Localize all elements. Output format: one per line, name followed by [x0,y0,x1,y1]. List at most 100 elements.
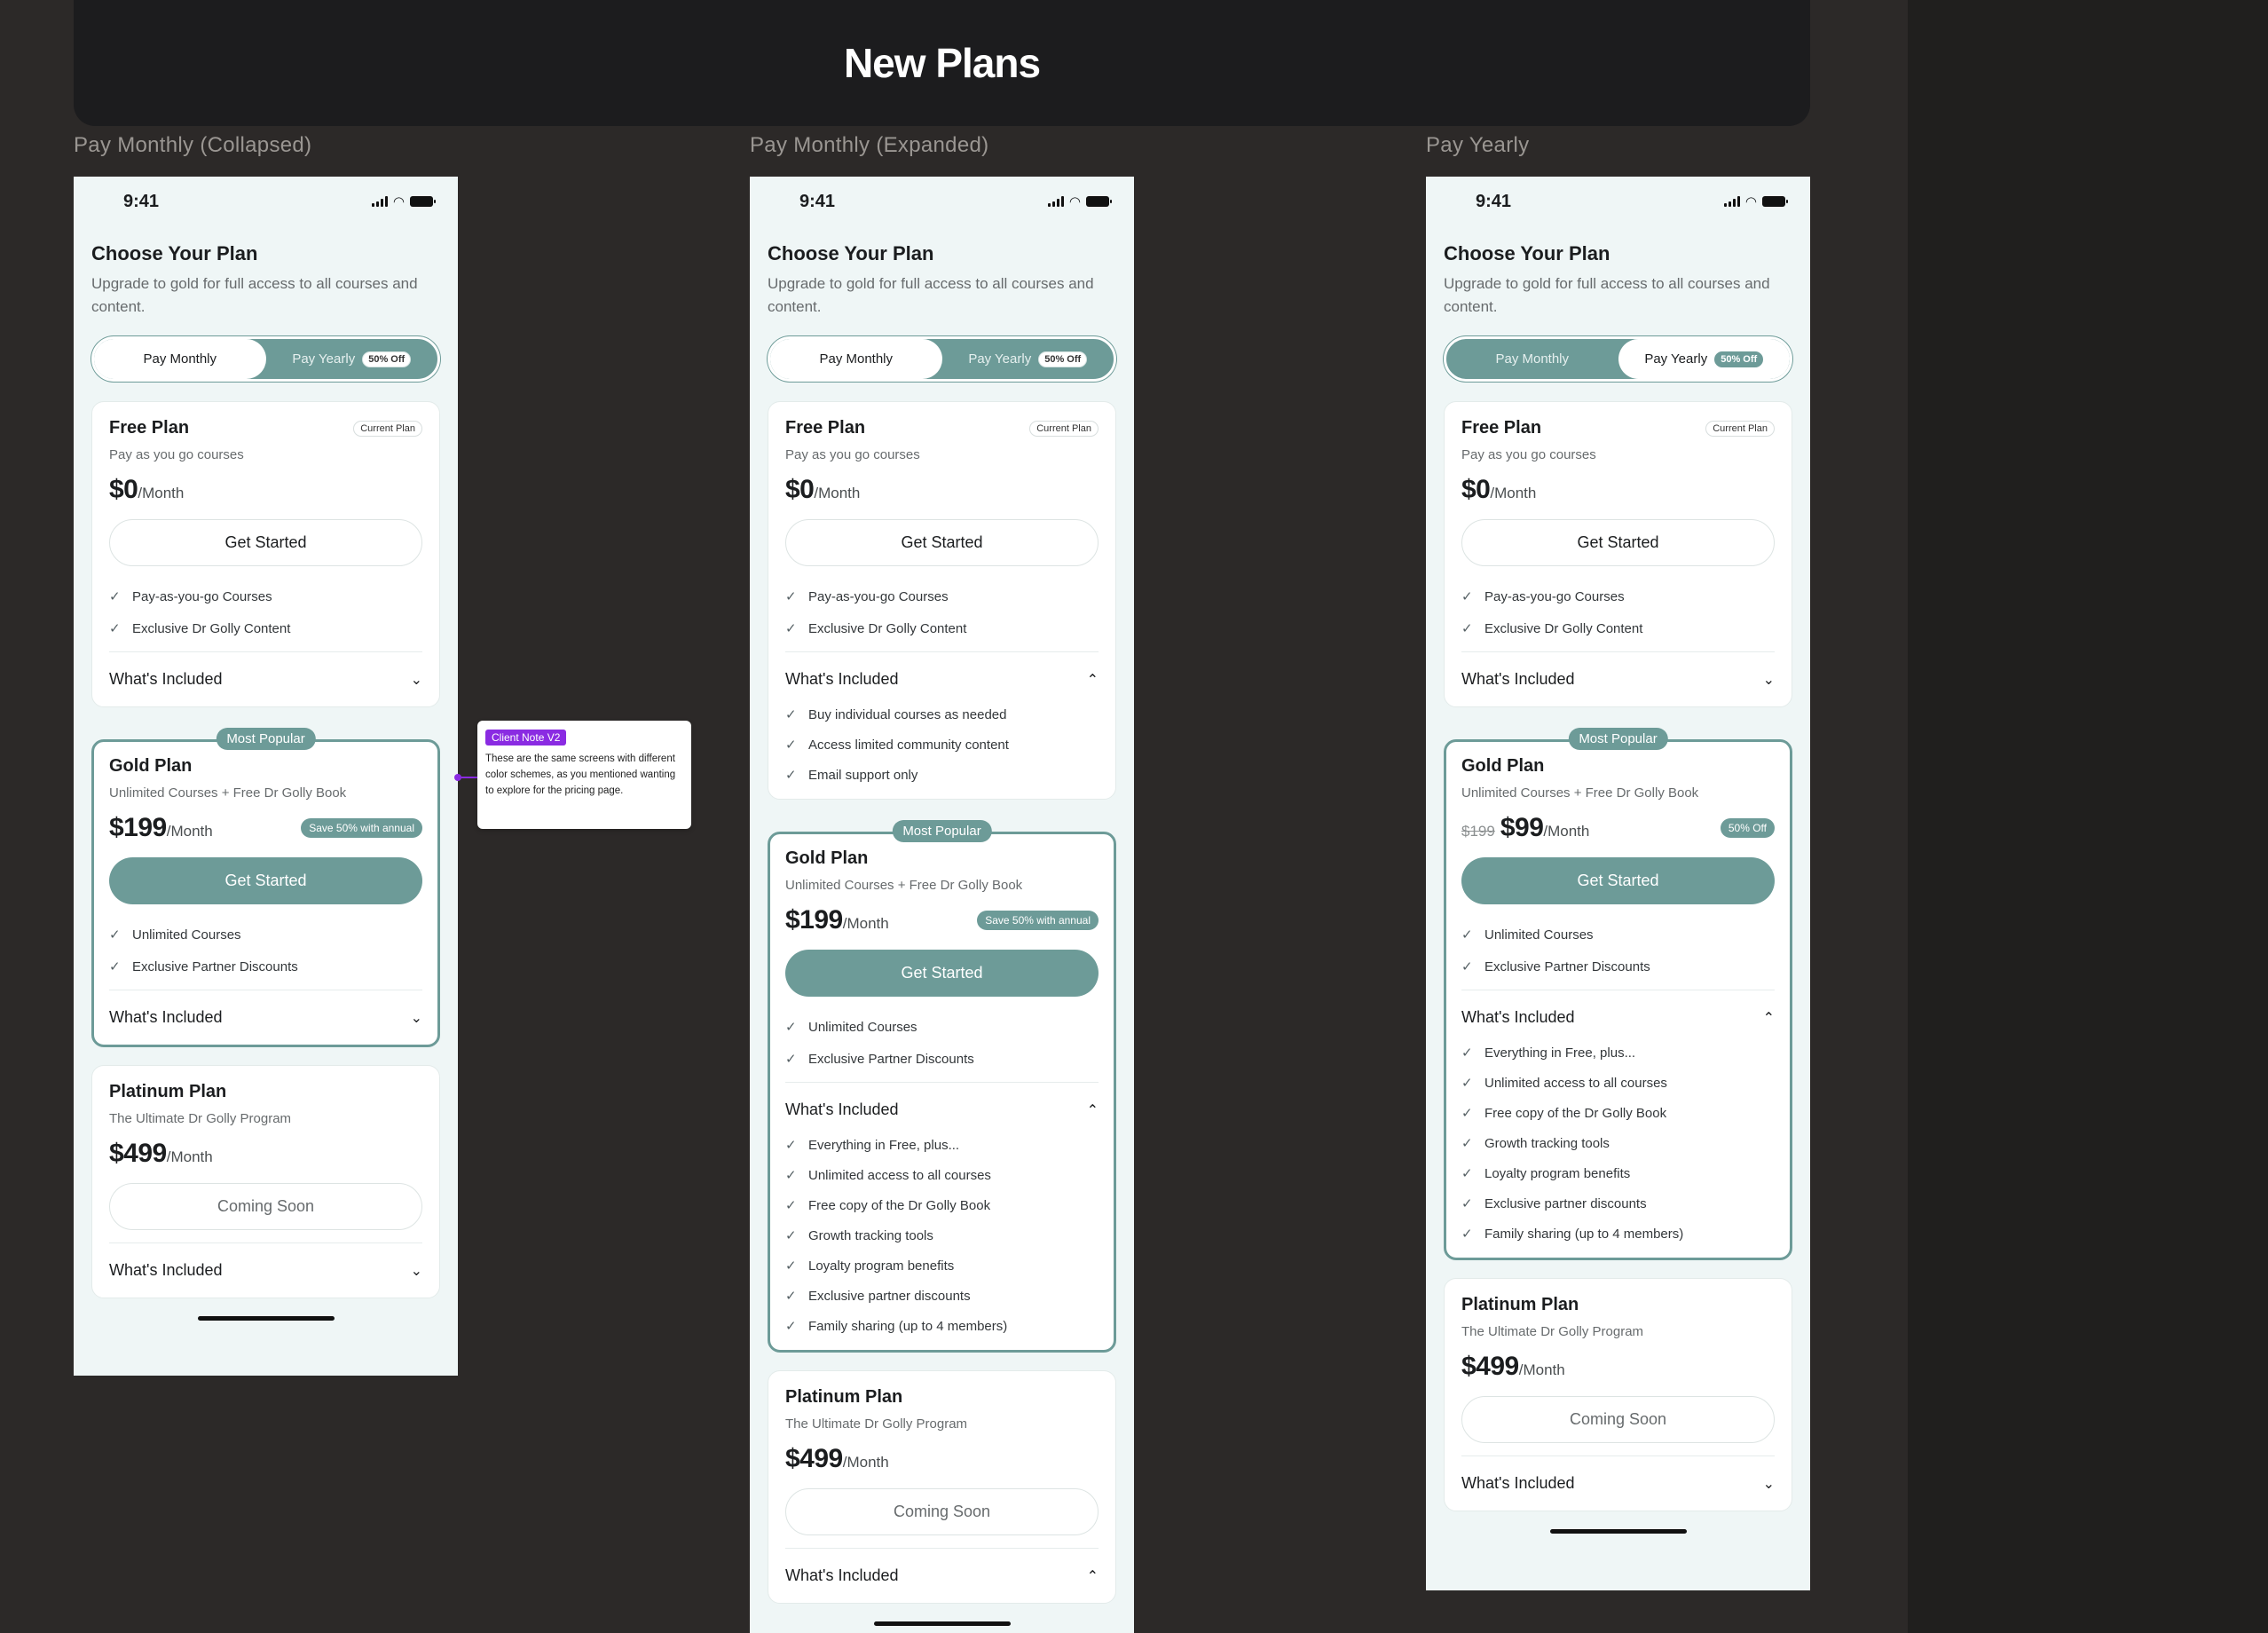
included-item: ✓ Loyalty program benefits [1461,1158,1775,1188]
plan-description: Pay as you go courses [109,447,244,462]
plan-price: $99 [1500,813,1544,842]
whats-included-label: What's Included [109,670,223,688]
check-icon: ✓ [785,621,797,636]
get-started-button[interactable]: Get Started [1461,519,1775,566]
feature-text: Pay-as-you-go Courses [1484,588,1625,604]
plan-price: $499 [109,1139,167,1168]
tab-pay-yearly[interactable]: Pay Yearly 50% Off [266,339,438,379]
platinum-plan-card: Platinum Plan The Ultimate Dr Golly Prog… [768,1370,1116,1604]
page-subtitle: Upgrade to gold for full access to all c… [768,275,1094,315]
price-period: /Month [1490,485,1537,501]
billing-toggle: Pay Monthly Pay Yearly 50% Off [768,336,1116,382]
client-note[interactable]: Client Note V2 These are the same screen… [477,721,691,829]
platinum-plan-card: Platinum Plan The Ultimate Dr Golly Prog… [91,1065,440,1298]
get-started-button[interactable]: Get Started [785,950,1099,997]
chevron-down-icon: ⌄ [1762,1476,1775,1492]
check-icon: ✓ [1461,1196,1473,1211]
coming-soon-button[interactable]: Coming Soon [1461,1396,1775,1443]
check-icon: ✓ [1461,1106,1473,1121]
whats-included-toggle[interactable]: What's Included ⌄ [1461,651,1775,706]
whats-included-label: What's Included [1461,1474,1575,1492]
price-period: /Month [166,823,213,840]
current-plan-badge: Current Plan [1705,420,1775,437]
wifi-icon: ◠ [1744,193,1757,209]
whats-included-toggle[interactable]: What's Included ⌃ [785,1082,1099,1137]
most-popular-badge: Most Popular [216,728,316,750]
included-item: ✓ Exclusive partner discounts [785,1281,1099,1311]
coming-soon-button[interactable]: Coming Soon [785,1488,1099,1535]
tab-pay-yearly[interactable]: Pay Yearly 50% Off [1618,339,1790,379]
plan-description: Pay as you go courses [785,447,920,462]
plan-name: Gold Plan [785,848,869,868]
included-item: ✓ Everything in Free, plus... [785,1130,1099,1160]
whats-included-toggle[interactable]: What's Included ⌄ [109,1242,422,1298]
home-indicator [1549,1529,1687,1534]
feature-item: ✓ Exclusive Partner Discounts [1461,951,1775,982]
included-text: Growth tracking tools [808,1227,933,1243]
feature-item: ✓ Pay-as-you-go Courses [1461,580,1775,612]
check-icon: ✓ [109,927,121,943]
page-subtitle: Upgrade to gold for full access to all c… [1444,275,1770,315]
save-badge: Save 50% with annual [977,911,1099,930]
included-text: Family sharing (up to 4 members) [1484,1226,1684,1242]
tab-pay-yearly-label: Pay Yearly [1644,351,1708,367]
included-item: ✓ Everything in Free, plus... [1461,1037,1775,1068]
plan-description: The Ultimate Dr Golly Program [1461,1324,1644,1339]
gold-plan-card: Most Popular Gold Plan Unlimited Courses… [768,820,1116,1353]
tab-pay-monthly[interactable]: Pay Monthly [94,339,266,379]
get-started-button[interactable]: Get Started [785,519,1099,566]
whats-included-toggle[interactable]: What's Included ⌃ [785,1548,1099,1603]
check-icon: ✓ [1461,1045,1473,1061]
plan-name: Free Plan [785,418,866,438]
tab-pay-yearly[interactable]: Pay Yearly 50% Off [942,339,1114,379]
check-icon: ✓ [1461,1136,1473,1151]
home-indicator [197,1316,335,1321]
included-text: Everything in Free, plus... [808,1137,960,1153]
plan-description: Pay as you go courses [1461,447,1596,462]
client-note-tag: Client Note V2 [485,730,567,746]
tab-pay-monthly[interactable]: Pay Monthly [1446,339,1618,379]
whats-included-label: What's Included [109,1008,223,1026]
feature-text: Exclusive Partner Discounts [808,1051,974,1067]
original-price: $199 [1461,823,1495,840]
check-icon: ✓ [1461,1166,1473,1181]
page-title: Choose Your Plan [91,242,258,264]
check-icon: ✓ [785,1198,797,1213]
get-started-button[interactable]: Get Started [1461,857,1775,904]
plan-name: Gold Plan [1461,756,1545,776]
tab-pay-yearly-label: Pay Yearly [292,351,356,367]
included-list: ✓ Everything in Free, plus... ✓ Unlimited … [1461,1037,1775,1258]
whats-included-toggle[interactable]: What's Included ⌃ [1461,990,1775,1045]
included-item: ✓ Family sharing (up to 4 members) [785,1311,1099,1341]
price-period: /Month [166,1148,213,1165]
page-banner: New Plans [74,0,1810,126]
get-started-button[interactable]: Get Started [109,519,422,566]
check-icon: ✓ [1461,1227,1473,1242]
feature-item: ✓ Unlimited Courses [785,1011,1099,1043]
whats-included-toggle[interactable]: What's Included ⌄ [109,651,422,706]
coming-soon-button[interactable]: Coming Soon [109,1183,422,1230]
save-badge: Save 50% with annual [301,818,422,838]
included-text: Unlimited access to all courses [808,1167,991,1183]
chevron-up-icon: ⌃ [1762,1010,1775,1026]
home-indicator [873,1621,1011,1626]
feature-item: ✓ Exclusive Dr Golly Content [1461,612,1775,644]
whats-included-toggle[interactable]: What's Included ⌄ [109,990,422,1045]
included-text: Free copy of the Dr Golly Book [1484,1105,1667,1121]
billing-toggle: Pay Monthly Pay Yearly 50% Off [1444,336,1792,382]
price-period: /Month [1543,823,1590,840]
whats-included-toggle[interactable]: What's Included ⌃ [785,651,1099,706]
included-text: Exclusive partner discounts [808,1288,971,1304]
whats-included-toggle[interactable]: What's Included ⌄ [1461,1456,1775,1511]
get-started-button[interactable]: Get Started [109,857,422,904]
plan-price: $499 [1461,1352,1519,1381]
included-text: Unlimited access to all courses [1484,1075,1667,1091]
check-icon: ✓ [785,1168,797,1183]
most-popular-badge: Most Popular [1568,728,1668,750]
included-item: ✓ Growth tracking tools [1461,1128,1775,1158]
check-icon: ✓ [785,1228,797,1243]
tab-pay-monthly[interactable]: Pay Monthly [770,339,942,379]
feature-text: Exclusive Dr Golly Content [1484,620,1643,636]
check-icon: ✓ [785,1319,797,1334]
phone-frame-monthly-collapsed: 9:41 ◠ Choose Your Plan Upgrade to gold … [74,177,458,1376]
